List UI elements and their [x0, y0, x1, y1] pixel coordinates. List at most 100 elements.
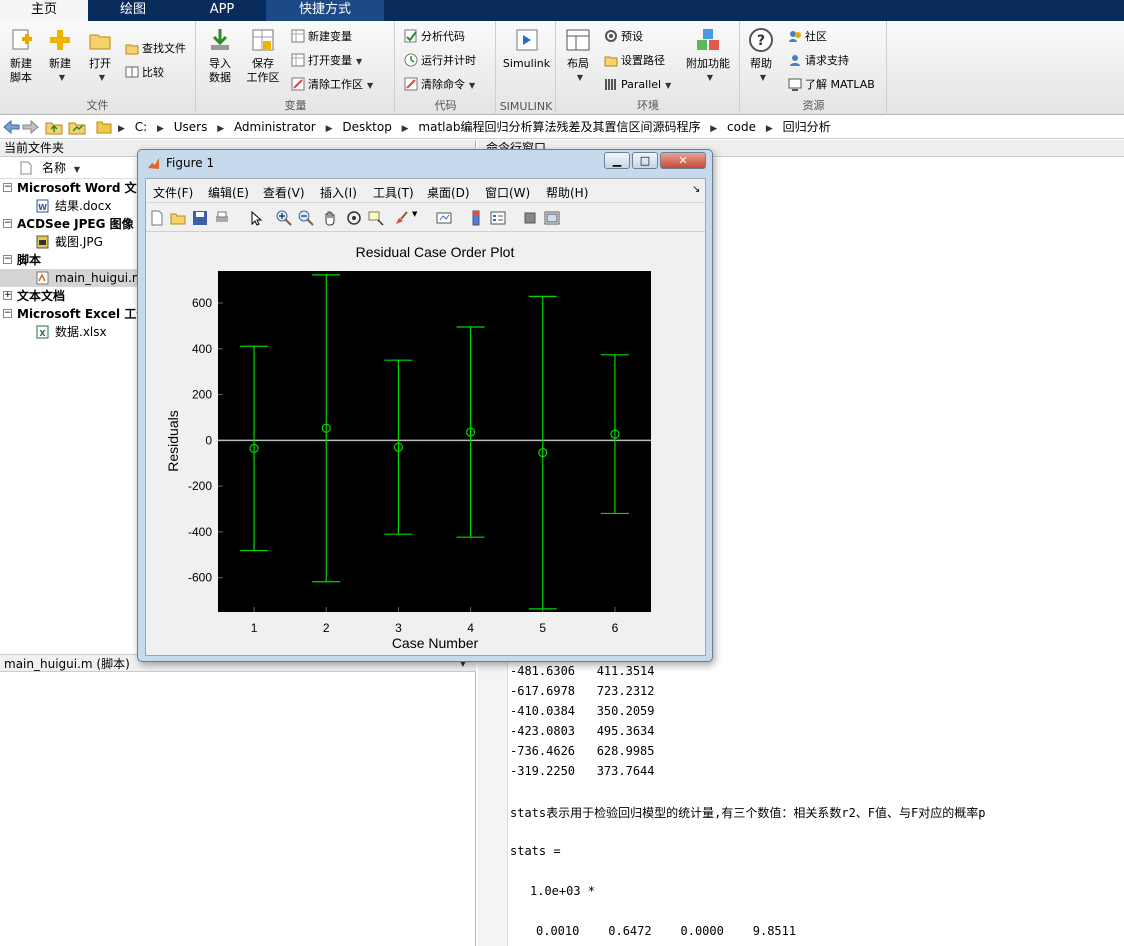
add-ons-icon	[695, 27, 721, 53]
stats-label: stats =	[510, 844, 561, 858]
y-axis-label: Residuals	[165, 410, 181, 471]
new-script-button[interactable]: 新建 脚本	[4, 27, 38, 85]
open-file-icon[interactable]	[170, 210, 186, 226]
forward-arrow-icon[interactable]	[22, 119, 40, 135]
tab-home[interactable]: 主页	[0, 0, 88, 21]
request-support-button[interactable]: 请求支持	[788, 51, 849, 71]
tab-plots[interactable]: 绘图	[88, 0, 178, 21]
svg-text:?: ?	[757, 33, 765, 49]
hide-plot-tools-icon[interactable]	[522, 210, 538, 226]
maximize-icon: □	[639, 154, 651, 167]
rotate-3d-icon[interactable]	[346, 210, 362, 226]
ribbon-group-environment: 布局 ▼ 预设 设置路径 Parallel ▼ 附加功能 ▼ 环境	[557, 21, 740, 115]
y-tick-label: 0	[205, 433, 212, 447]
new-script-icon	[8, 27, 34, 53]
menu-file[interactable]: 文件(F)	[153, 184, 193, 201]
breadcrumb-item[interactable]: code	[727, 120, 756, 134]
figure-window[interactable]: Figure 1 ▁ □ ✕ 文件(F) 编辑(E) 查看(V) 插入(I) 工…	[137, 149, 713, 662]
menu-edit[interactable]: 编辑(E)	[208, 184, 249, 201]
community-icon	[788, 29, 802, 43]
folder-icon	[96, 121, 112, 134]
print-icon[interactable]	[214, 210, 230, 226]
compare-button[interactable]: 比较	[125, 63, 164, 83]
zoom-in-icon[interactable]	[276, 210, 292, 226]
maximize-button[interactable]: □	[632, 152, 658, 169]
find-files-icon	[125, 41, 139, 55]
add-ons-button[interactable]: 附加功能 ▼	[683, 27, 733, 85]
sort-arrow-icon: ▼	[73, 165, 80, 174]
new-button[interactable]: 新建 ▼	[44, 27, 76, 85]
open-button[interactable]: 打开 ▼	[84, 27, 116, 85]
breadcrumb-item[interactable]: Desktop	[342, 120, 392, 134]
breadcrumb-item[interactable]: matlab编程回归分析算法残差及其置信区间源码程序	[418, 120, 700, 134]
breadcrumb-item[interactable]: Administrator	[234, 120, 316, 134]
pan-hand-icon[interactable]	[322, 210, 338, 226]
menu-desktop[interactable]: 桌面(D)	[427, 184, 470, 201]
x-tick-label: 5	[539, 621, 546, 635]
clear-workspace-button[interactable]: 清除工作区 ▼	[291, 75, 373, 95]
show-plot-tools-icon[interactable]	[544, 210, 560, 226]
tab-apps[interactable]: APP	[178, 0, 266, 21]
browse-folder-icon[interactable]	[68, 119, 86, 135]
up-folder-icon[interactable]	[45, 119, 63, 135]
colorbar-icon[interactable]	[468, 210, 484, 226]
save-icon[interactable]	[192, 210, 208, 226]
analyze-code-button[interactable]: 分析代码	[404, 27, 465, 47]
gear-icon	[604, 29, 618, 43]
new-figure-icon[interactable]	[149, 210, 165, 226]
chevron-down-icon[interactable]: ▼	[412, 210, 428, 226]
interval-row: -481.6306 411.3514	[510, 664, 655, 678]
legend-icon[interactable]	[490, 210, 506, 226]
menu-tools[interactable]: 工具(T)	[373, 184, 414, 201]
run-and-time-button[interactable]: 运行并计时	[404, 51, 476, 71]
menu-overflow-icon[interactable]: ↘	[692, 184, 700, 195]
collapse-icon[interactable]: −	[3, 255, 12, 264]
import-data-button[interactable]: 导入 数据	[203, 27, 237, 85]
breadcrumb-item[interactable]: Users	[174, 120, 208, 134]
breadcrumb-item[interactable]: 回归分析	[783, 120, 831, 134]
zoom-out-icon[interactable]	[298, 210, 314, 226]
preferences-button[interactable]: 预设	[604, 27, 643, 47]
chevron-down-icon: ▼	[665, 81, 672, 90]
collapse-icon[interactable]: −	[3, 219, 12, 228]
residual-plot[interactable]: Residual Case Order Plot -600 -400 -200 0 20…	[146, 233, 705, 655]
chevron-down-icon: ▼	[356, 57, 363, 66]
set-path-button[interactable]: 设置路径	[604, 51, 665, 71]
select-arrow-icon[interactable]	[248, 210, 264, 226]
expand-icon[interactable]: +	[3, 291, 12, 300]
menu-window[interactable]: 窗口(W)	[485, 184, 530, 201]
link-plot-icon[interactable]	[436, 210, 452, 226]
new-variable-button[interactable]: 新建变量	[291, 27, 352, 47]
data-cursor-icon[interactable]	[368, 210, 384, 226]
support-icon	[788, 53, 802, 67]
tab-shortcuts[interactable]: 快捷方式	[266, 0, 384, 21]
save-workspace-button[interactable]: 保存 工作区	[243, 27, 283, 85]
simulink-button[interactable]: Simulink	[499, 27, 554, 71]
close-button[interactable]: ✕	[660, 152, 706, 169]
menu-insert[interactable]: 插入(I)	[320, 184, 357, 201]
layout-button[interactable]: 布局 ▼	[563, 27, 593, 85]
y-tick-label: 400	[192, 342, 212, 356]
find-files-button[interactable]: 查找文件	[125, 39, 186, 59]
collapse-icon[interactable]: −	[3, 309, 12, 318]
collapse-icon[interactable]: −	[3, 183, 12, 192]
menu-view[interactable]: 查看(V)	[263, 184, 305, 201]
jpeg-file-icon	[36, 235, 49, 249]
brush-icon[interactable]	[393, 210, 409, 226]
stats-description: stats表示用于检验回归模型的统计量,有三个数值：相关系数r2、F值、与F对应…	[510, 806, 986, 820]
back-arrow-icon[interactable]	[2, 119, 20, 135]
ribbon-group-simulink: Simulink SIMULINK	[497, 21, 556, 115]
breadcrumb-item[interactable]: C:	[135, 120, 147, 134]
help-button[interactable]: ? 帮助 ▼	[745, 27, 777, 85]
x-tick-label: 6	[612, 621, 619, 635]
minimize-button[interactable]: ▁	[604, 152, 630, 169]
clear-commands-button[interactable]: 清除命令 ▼	[404, 75, 475, 95]
plot-area[interactable]	[218, 271, 651, 612]
parallel-button[interactable]: Parallel ▼	[604, 75, 671, 95]
community-button[interactable]: 社区	[788, 27, 827, 47]
figure-title-bar[interactable]: Figure 1 ▁ □ ✕	[138, 150, 712, 176]
learn-matlab-button[interactable]: 了解 MATLAB	[788, 75, 875, 95]
menu-help[interactable]: 帮助(H)	[546, 184, 588, 201]
figure-toolbar: ▼	[146, 204, 705, 232]
open-variable-button[interactable]: 打开变量 ▼	[291, 51, 362, 71]
